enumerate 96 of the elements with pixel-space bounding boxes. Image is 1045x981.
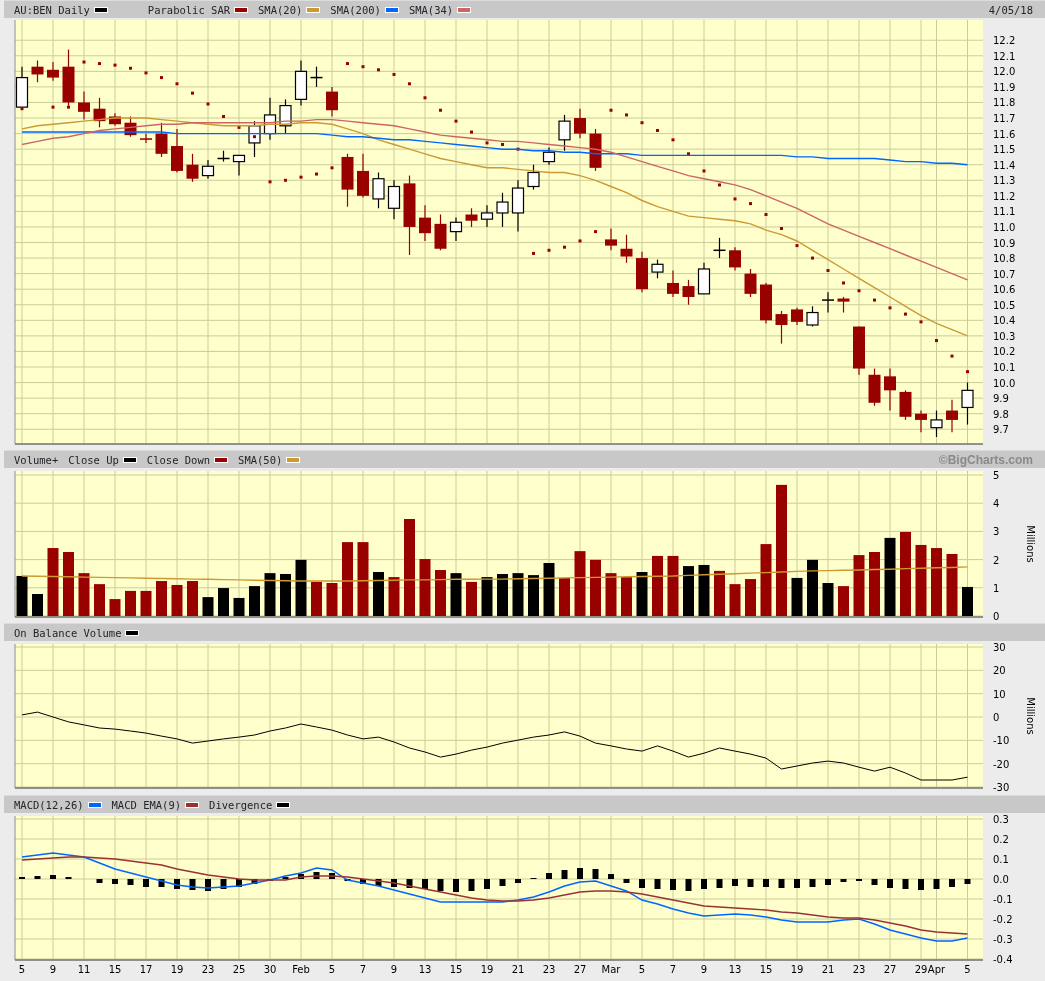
tick-label: 10.9 — [993, 237, 1016, 249]
tick-label: 0 — [993, 712, 1000, 723]
tick-label: -20 — [993, 758, 1010, 770]
tick-label: 21 — [511, 964, 525, 975]
tick-label: 4 — [993, 498, 1000, 510]
tick-label: 11.9 — [993, 81, 1016, 93]
tick-label: 27 — [883, 964, 897, 975]
legend-label: AU:BEN Daily — [14, 2, 90, 18]
tick-label: 11.5 — [993, 144, 1016, 156]
tick-label: 0.0 — [993, 874, 1009, 885]
tick-label: 12.1 — [993, 50, 1016, 62]
axis-title: Millions — [1025, 525, 1036, 563]
tick-label: 19 — [480, 964, 494, 975]
tick-label: Mar — [601, 964, 621, 975]
tick-label: 25 — [232, 964, 246, 975]
tick-label: 10.2 — [993, 346, 1016, 358]
legend-label: SMA(50) — [238, 452, 283, 468]
tick-label: 19 — [790, 964, 804, 975]
tick-label: 11.4 — [993, 159, 1016, 171]
tick-label: 9.7 — [993, 424, 1009, 436]
tick-label: 12.2 — [993, 35, 1016, 47]
tick-label: 9.8 — [993, 408, 1009, 420]
tick-label: 12.0 — [993, 66, 1016, 78]
tick-label: 17 — [139, 964, 153, 975]
legend-label: Divergence — [209, 797, 273, 813]
tick-label: 0.2 — [993, 834, 1009, 845]
tick-label: 0.3 — [993, 814, 1009, 825]
tick-label: 23 — [201, 964, 215, 975]
tick-label: 27 — [573, 964, 587, 975]
tick-label: 21 — [821, 964, 835, 975]
tick-label: 19 — [170, 964, 184, 975]
tick-label: -0.1 — [993, 894, 1013, 905]
tick-label: 23 — [542, 964, 556, 975]
tick-label: 11 — [77, 964, 91, 975]
tick-label: 1 — [993, 582, 1000, 594]
tick-label: 11.7 — [993, 113, 1016, 125]
tick-label: 5 — [328, 964, 336, 975]
axis-title: Millions — [1025, 697, 1036, 735]
tick-label: 15 — [449, 964, 463, 975]
credit-text: ©BigCharts.com — [938, 451, 1033, 468]
tick-label: 10.7 — [993, 268, 1016, 280]
legend-label: Parabolic SAR — [147, 2, 231, 18]
tick-label: 10.8 — [993, 253, 1016, 265]
tick-label: 20 — [993, 665, 1006, 677]
tick-label: 10.1 — [993, 362, 1016, 373]
tick-label: 0.1 — [993, 854, 1009, 865]
tick-label: 7 — [359, 964, 367, 975]
legend-label: Close Down — [146, 452, 211, 468]
tick-label: 5 — [964, 964, 971, 975]
tick-label: -0.4 — [993, 954, 1013, 965]
tick-label: -0.3 — [993, 934, 1013, 945]
tick-label: 13 — [728, 964, 742, 975]
tick-label: 10.6 — [993, 284, 1016, 296]
tick-label: 30 — [993, 642, 1006, 653]
tick-label: 11.3 — [993, 175, 1016, 187]
tick-label: 23 — [852, 964, 866, 975]
legend-label: SMA(200) — [330, 2, 381, 18]
tick-label: 15 — [759, 964, 773, 975]
tick-label: 3 — [993, 526, 1000, 538]
tick-label: 9 — [700, 964, 708, 975]
legend-label: MACD EMA(9) — [111, 797, 182, 813]
tick-label: 9 — [49, 964, 57, 975]
chart-date: 4/05/18 — [988, 2, 1033, 18]
tick-label: 11.8 — [993, 97, 1016, 109]
tick-label: -30 — [993, 782, 1010, 793]
tick-label: 29 — [914, 964, 928, 975]
tick-label: 0 — [993, 611, 1000, 621]
legend-label: Close Up — [68, 452, 119, 468]
tick-label: -0.2 — [993, 914, 1013, 925]
legend-label: SMA(20) — [258, 2, 303, 18]
tick-label: Apr — [927, 964, 946, 975]
tick-label: 5 — [18, 964, 26, 975]
legend-label: On Balance Volume — [14, 625, 122, 641]
tick-label: 11.0 — [993, 221, 1016, 233]
tick-label: 15 — [108, 964, 122, 975]
legend-label: Volume+ — [14, 452, 59, 468]
tick-label: 5 — [993, 470, 1000, 481]
tick-label: 5 — [638, 964, 646, 975]
tick-label: 7 — [669, 964, 677, 975]
tick-label: 30 — [263, 964, 277, 975]
tick-label: 10.0 — [993, 377, 1016, 389]
tick-label: 10.4 — [993, 315, 1016, 327]
tick-label: 9.9 — [993, 393, 1009, 405]
tick-label: 10.3 — [993, 330, 1016, 342]
tick-label: 11.2 — [993, 190, 1016, 202]
tick-label: 10.5 — [993, 299, 1016, 311]
tick-label: 13 — [418, 964, 432, 975]
legend-label: MACD(12,26) — [14, 797, 84, 813]
tick-label: 2 — [993, 554, 1000, 566]
tick-label: 10 — [993, 688, 1006, 700]
tick-label: -10 — [993, 735, 1010, 747]
legend-label: SMA(34) — [408, 2, 454, 18]
tick-label: Feb — [292, 964, 310, 975]
tick-label: 11.1 — [993, 206, 1016, 218]
tick-label: 9 — [390, 964, 398, 975]
tick-label: 11.6 — [993, 128, 1016, 140]
